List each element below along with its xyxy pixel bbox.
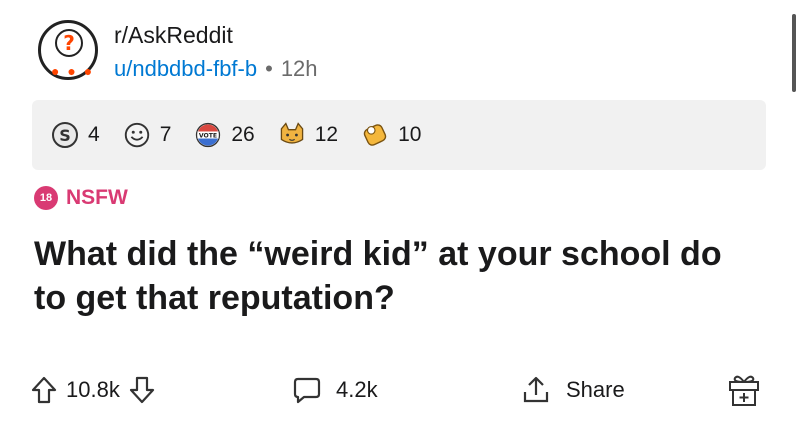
comment-count: 4.2k [336,377,378,402]
meta-separator: • [265,56,273,81]
award-count: 10 [398,123,422,146]
silver-award-icon: S [50,120,80,150]
subreddit-avatar-icon[interactable]: ? ● ● ● [38,20,98,80]
award-item[interactable]: 12 [277,120,338,150]
svg-text:S: S [59,126,71,145]
author-link[interactable]: u/ndbdbd-fbf-b [114,56,257,81]
cat-award-icon [277,120,307,150]
nsfw-label: NSFW [66,186,128,209]
post-title[interactable]: What did the “weird kid” at your school … [34,232,734,320]
nsfw-flair: 18 NSFW [34,186,128,210]
share-button[interactable]: Share [520,362,625,418]
give-award-button[interactable] [726,362,762,418]
award-item[interactable]: VOTE 26 [193,120,255,150]
subreddit-name[interactable]: r/AskReddit [114,22,233,49]
vote-group: 10.8k [30,362,156,418]
upvote-count: 10.8k [66,377,120,402]
svg-text:VOTE: VOTE [199,133,217,140]
share-icon [520,374,552,406]
comment-icon [292,375,322,405]
vote-award-icon: VOTE [193,120,223,150]
award-count: 26 [231,123,255,146]
downvote-icon[interactable] [128,375,156,405]
nsfw-18-badge-icon: 18 [34,186,58,210]
award-item[interactable]: 10 [360,120,421,150]
post-age: 12h [280,56,318,81]
helpful-award-icon [360,120,390,150]
wholesome-award-icon [122,120,152,150]
awards-bar[interactable]: S 4 7 VOTE 26 12 10 [32,100,766,170]
comments-button[interactable]: 4.2k [292,362,378,418]
gift-icon [726,372,762,408]
share-label: Share [566,377,625,402]
post-meta: u/ndbdbd-fbf-b • 12h [114,56,318,82]
award-count: 12 [314,123,339,146]
upvote-icon[interactable] [30,375,58,405]
award-item[interactable]: S 4 [50,120,100,150]
scrollbar[interactable] [792,14,796,92]
award-count: 7 [159,123,172,146]
award-count: 4 [88,123,100,146]
post-actions: 10.8k 4.2k Share [30,362,770,418]
award-item[interactable]: 7 [122,120,172,150]
post-header: ? ● ● ● r/AskReddit u/ndbdbd-fbf-b • 12h [30,14,770,94]
